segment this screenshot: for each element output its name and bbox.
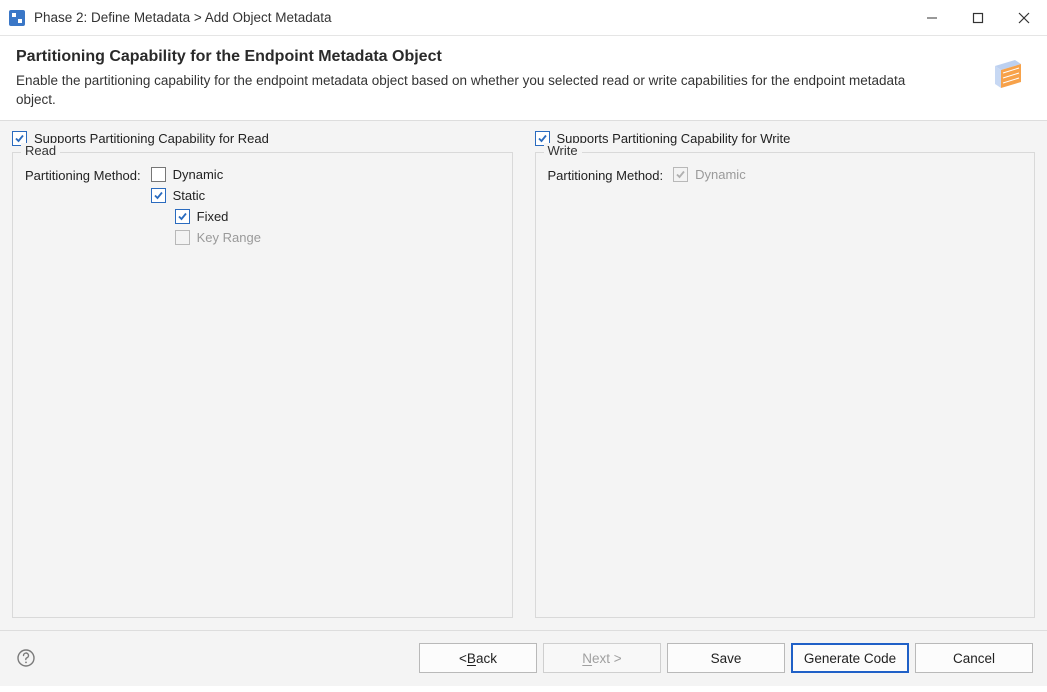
next-button-suffix: ext > — [592, 651, 622, 666]
read-dynamic-label: Dynamic — [173, 167, 224, 182]
page-title: Partitioning Capability for the Endpoint… — [16, 48, 973, 66]
read-static-label: Static — [173, 188, 206, 203]
write-column: Supports Partitioning Capability for Wri… — [535, 131, 1036, 618]
app-icon — [8, 9, 26, 27]
cancel-button-label: Cancel — [953, 651, 995, 666]
back-button[interactable]: < Back — [419, 643, 537, 673]
titlebar: Phase 2: Define Metadata > Add Object Me… — [0, 0, 1047, 36]
generate-code-button-label: Generate Code — [804, 651, 896, 666]
read-pm-label: Partitioning Method: — [25, 167, 141, 183]
button-bar: < Back Next > Save Generate Code Cancel — [0, 630, 1047, 686]
read-fixed-label: Fixed — [197, 209, 229, 224]
supports-read-label: Supports Partitioning Capability for Rea… — [34, 131, 269, 146]
read-keyrange-label: Key Range — [197, 230, 261, 245]
read-dynamic-checkbox[interactable] — [151, 167, 166, 182]
next-button: Next > — [543, 643, 661, 673]
write-fieldset-label: Write — [544, 143, 582, 158]
help-button[interactable] — [14, 646, 38, 670]
cancel-button[interactable]: Cancel — [915, 643, 1033, 673]
write-dynamic-label: Dynamic — [695, 167, 746, 182]
close-button[interactable] — [1001, 0, 1047, 36]
page-description: Enable the partitioning capability for t… — [16, 72, 916, 110]
write-pm-label: Partitioning Method: — [548, 167, 664, 183]
write-fieldset: Write Partitioning Method: Dynamic — [535, 152, 1036, 618]
write-dynamic-checkbox — [673, 167, 688, 182]
next-button-mnemonic: N — [582, 651, 592, 666]
window-controls — [909, 0, 1047, 36]
read-pm-options: Dynamic Static Fixed — [151, 167, 261, 245]
write-pm-options: Dynamic — [673, 167, 746, 182]
page-header: Partitioning Capability for the Endpoint… — [0, 36, 1047, 120]
read-keyrange-checkbox — [175, 230, 190, 245]
save-button[interactable]: Save — [667, 643, 785, 673]
minimize-button[interactable] — [909, 0, 955, 36]
window-title: Phase 2: Define Metadata > Add Object Me… — [34, 10, 332, 25]
read-static-checkbox[interactable] — [151, 188, 166, 203]
read-column: Supports Partitioning Capability for Rea… — [12, 131, 513, 618]
maximize-button[interactable] — [955, 0, 1001, 36]
read-fieldset: Read Partitioning Method: Dynamic Static — [12, 152, 513, 618]
wizard-icon — [983, 48, 1031, 96]
back-button-suffix: ack — [476, 651, 497, 666]
generate-code-button[interactable]: Generate Code — [791, 643, 909, 673]
read-fieldset-label: Read — [21, 143, 60, 158]
supports-write-label: Supports Partitioning Capability for Wri… — [557, 131, 791, 146]
save-button-label: Save — [711, 651, 742, 666]
content-area: Supports Partitioning Capability for Rea… — [0, 120, 1047, 630]
back-button-mnemonic: B — [467, 651, 476, 666]
read-fixed-checkbox[interactable] — [175, 209, 190, 224]
back-button-prefix: < — [459, 651, 467, 666]
